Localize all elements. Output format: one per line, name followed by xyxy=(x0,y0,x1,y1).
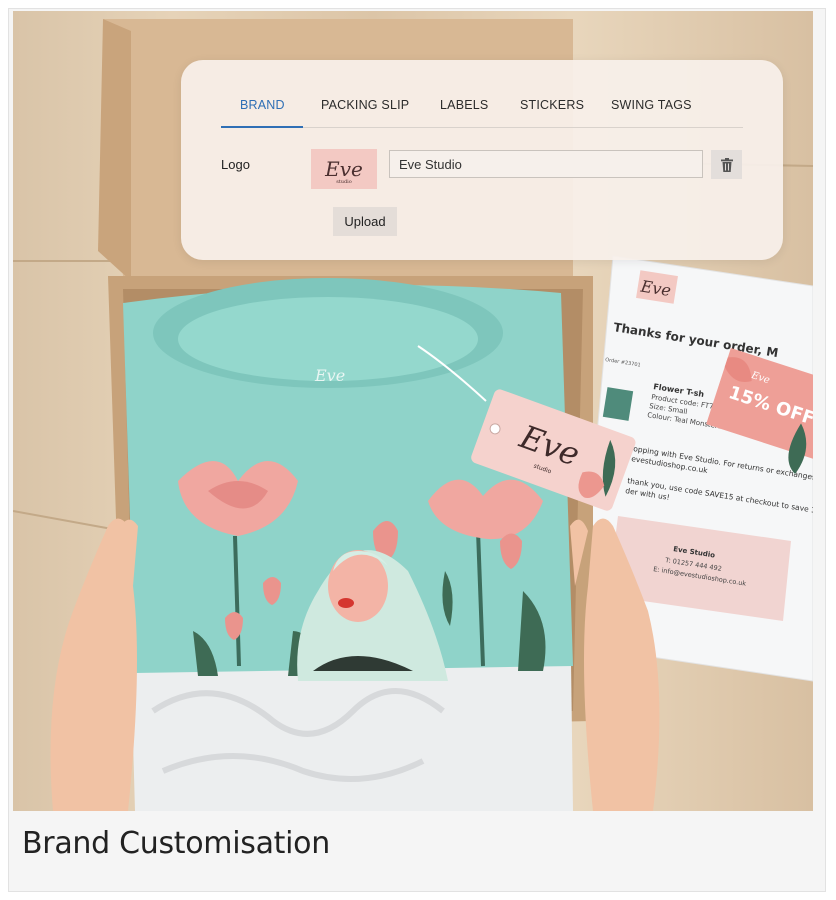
trash-icon xyxy=(720,157,733,172)
logo-label: Logo xyxy=(221,157,250,172)
tab-labels[interactable]: LABELS xyxy=(440,98,488,112)
brand-settings-panel: BRAND PACKING SLIP LABELS STICKERS SWING… xyxy=(181,60,783,260)
box-lid-edge xyxy=(98,19,131,281)
logo-preview: Eve studio xyxy=(311,149,377,189)
delete-logo-button[interactable] xyxy=(711,150,742,179)
tab-swing-tags[interactable]: SWING TAGS xyxy=(611,98,692,112)
tab-bar: BRAND PACKING SLIP LABELS STICKERS SWING… xyxy=(221,60,743,128)
brand-name-input[interactable] xyxy=(389,150,703,178)
collar-print: Eve xyxy=(314,366,345,385)
slip-shirt-thumbnail xyxy=(602,387,634,421)
wood-seam xyxy=(13,510,124,532)
logo-preview-text: Eve xyxy=(325,157,363,181)
tissue-paper xyxy=(131,661,573,811)
upload-button[interactable]: Upload xyxy=(333,207,397,236)
tab-brand[interactable]: BRAND xyxy=(240,98,285,112)
product-photo: Eve Thanks for your order, M Order #2370… xyxy=(13,11,813,811)
tab-stickers[interactable]: STICKERS xyxy=(520,98,584,112)
active-tab-indicator xyxy=(221,126,303,128)
tab-packing-slip[interactable]: PACKING SLIP xyxy=(321,98,409,112)
logo-preview-subtext: studio xyxy=(336,179,352,185)
caption: Brand Customisation xyxy=(22,826,330,861)
